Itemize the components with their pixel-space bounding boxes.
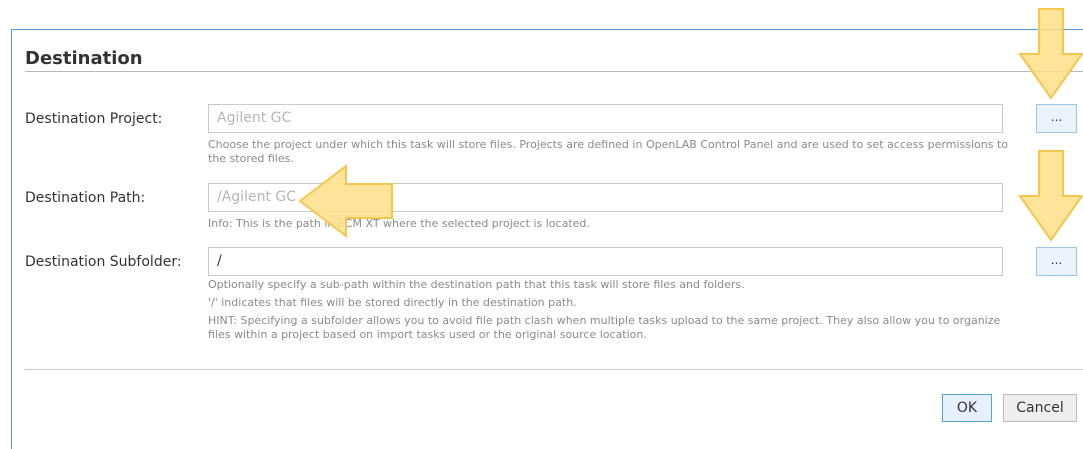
destination-subfolder-label: Destination Subfolder:: [25, 254, 182, 270]
project-browse-button[interactable]: ...: [1036, 104, 1077, 133]
subfolder-help-line-2: '/' indicates that files will be stored …: [208, 296, 577, 309]
dialog-title: Destination: [25, 48, 143, 69]
title-divider: [25, 71, 1083, 72]
subfolder-browse-button[interactable]: ...: [1036, 247, 1077, 276]
subfolder-help-line-1: Optionally specify a sub-path within the…: [208, 278, 745, 291]
destination-project-field[interactable]: Agilent GC: [208, 104, 1003, 133]
dialog-frame: [11, 29, 1083, 449]
destination-subfolder-input[interactable]: /: [208, 247, 1003, 276]
ok-button[interactable]: OK: [942, 394, 992, 422]
cancel-button[interactable]: Cancel: [1003, 394, 1077, 422]
callout-arrow-down-icon: [1018, 150, 1083, 242]
callout-arrow-down-icon: [1018, 8, 1083, 100]
callout-arrow-left-icon: [298, 164, 393, 238]
destination-path-label: Destination Path:: [25, 190, 146, 206]
destination-project-label: Destination Project:: [25, 111, 163, 127]
footer-divider: [25, 369, 1083, 370]
destination-project-help: Choose the project under which this task…: [208, 138, 1008, 165]
subfolder-help-hint: HINT: Specifying a subfolder allows you …: [208, 314, 1001, 341]
